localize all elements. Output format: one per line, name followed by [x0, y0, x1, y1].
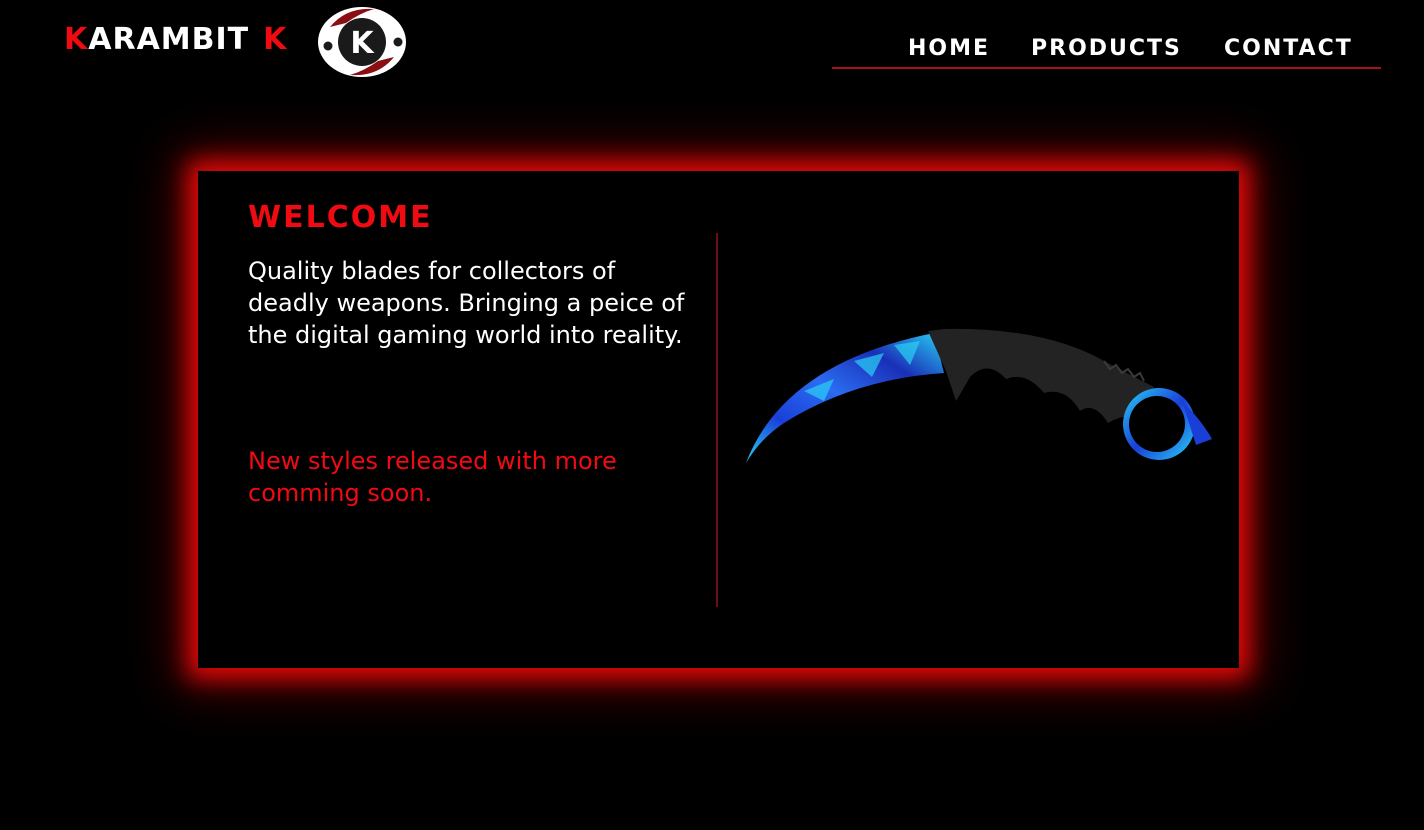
karambit-k-emblem-icon[interactable]: K — [316, 5, 408, 79]
nav-products-link[interactable]: PRODUCTS — [1031, 36, 1182, 62]
new-styles-note: New styles released with more comming so… — [248, 447, 617, 507]
welcome-intro-text: Quality blades for collectors of deadly … — [248, 257, 685, 349]
knife-handle — [928, 328, 1154, 423]
brand-word: ARAMBIT — [88, 22, 250, 57]
nav-home-link[interactable]: HOME — [908, 36, 990, 62]
main-nav: HOME PRODUCTS CONTACT — [832, 36, 1381, 69]
ring-hole — [1129, 396, 1185, 452]
karambit-knife-image — [746, 328, 1212, 463]
page: K ARAMBIT K K HOME PRODUCTS CONTACT WELCOM… — [0, 0, 1424, 830]
welcome-panel: WELCOME Quality blades for collectors of… — [198, 171, 1239, 668]
logo-letter: K — [350, 26, 375, 61]
brand-wordmark[interactable]: K ARAMBIT K — [64, 22, 287, 58]
logo-dot-right — [393, 37, 403, 47]
brand-letter-k-suffix: K — [263, 22, 288, 57]
nav-contact-link[interactable]: CONTACT — [1224, 36, 1353, 62]
panel-divider — [716, 233, 718, 607]
brand-letter-k: K — [64, 22, 89, 57]
welcome-title: WELCOME — [248, 200, 433, 235]
logo-dot-left — [323, 41, 333, 51]
